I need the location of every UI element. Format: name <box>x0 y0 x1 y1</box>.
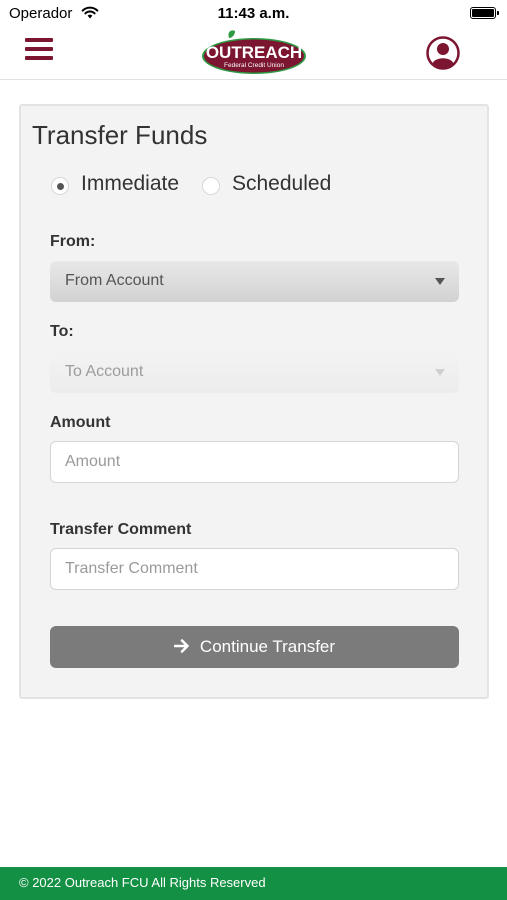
radio-scheduled-circle[interactable] <box>202 177 220 195</box>
transfer-comment-input[interactable] <box>50 548 459 590</box>
outreach-logo[interactable]: OUTREACH Federal Credit Union <box>201 30 307 76</box>
from-label: From: <box>50 233 96 250</box>
user-circle-icon[interactable] <box>426 36 460 70</box>
logo-name: OUTREACH <box>206 43 302 62</box>
amount-input[interactable] <box>50 441 459 483</box>
radio-scheduled-label[interactable]: Scheduled <box>232 172 331 196</box>
footer: © 2022 Outreach FCU All Rights Reserved <box>0 867 507 900</box>
app-header: OUTREACH Federal Credit Union <box>0 28 507 80</box>
copyright-text: © 2022 Outreach FCU All Rights Reserved <box>19 875 266 890</box>
from-account-select[interactable]: From Account <box>50 261 459 302</box>
to-account-select[interactable]: To Account <box>50 352 459 393</box>
radio-immediate-label[interactable]: Immediate <box>81 172 179 196</box>
hamburger-menu-icon[interactable] <box>25 38 53 60</box>
logo-tagline: Federal Credit Union <box>224 62 284 69</box>
to-account-value: To Account <box>65 363 144 380</box>
chevron-down-icon <box>435 278 445 285</box>
to-label: To: <box>50 323 74 340</box>
page-title: Transfer Funds <box>32 120 208 150</box>
continue-transfer-label: Continue Transfer <box>199 637 336 656</box>
continue-transfer-button[interactable]: Continue Transfer <box>50 626 459 668</box>
radio-immediate-circle[interactable] <box>51 177 69 195</box>
from-account-value: From Account <box>65 272 164 289</box>
status-time: 11:43 a.m. <box>217 5 290 22</box>
arrow-right-icon <box>173 639 189 653</box>
amount-label: Amount <box>50 414 111 431</box>
transfer-comment-label: Transfer Comment <box>50 521 192 538</box>
chevron-down-icon <box>435 369 445 376</box>
transfer-funds-panel: Transfer Funds Immediate Scheduled From:… <box>19 104 489 699</box>
status-bar: Operador 11:43 a.m. <box>0 0 507 28</box>
battery-full-icon <box>470 7 499 19</box>
